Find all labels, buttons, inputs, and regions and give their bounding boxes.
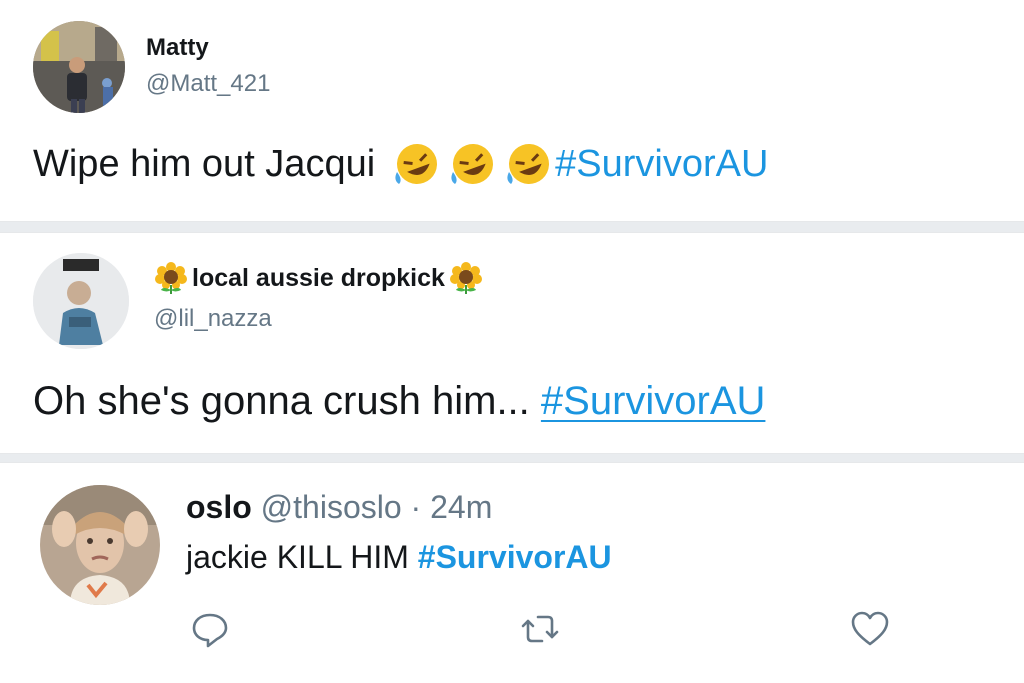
tweet-text: Oh she's gonna crush him... #SurvivorAU bbox=[33, 379, 765, 424]
tweet-body: jackie KILL HIM bbox=[186, 539, 409, 575]
tweet-header: oslo @thisoslo · 24m bbox=[186, 489, 492, 526]
hashtag-link[interactable]: #SurvivorAU bbox=[555, 143, 768, 186]
sunflower-icon bbox=[154, 261, 188, 295]
avatar[interactable] bbox=[33, 253, 129, 349]
tweet-card-1[interactable]: Matty @Matt_421 Wipe him out Jacqui #Sur… bbox=[0, 0, 1024, 222]
display-name[interactable]: Matty bbox=[146, 34, 209, 62]
rofl-icon bbox=[503, 140, 555, 188]
user-handle[interactable]: @Matt_421 bbox=[146, 70, 270, 98]
like-icon[interactable] bbox=[850, 609, 890, 649]
display-name: local aussie dropkick bbox=[192, 263, 445, 292]
avatar-image bbox=[33, 21, 125, 113]
user-handle[interactable]: @lil_nazza bbox=[154, 305, 272, 333]
tweet-body: Wipe him out Jacqui bbox=[33, 142, 376, 185]
tweet-body: Oh she's gonna crush him... bbox=[33, 379, 530, 423]
hashtag-link[interactable]: #SurvivorAU bbox=[418, 539, 612, 575]
avatar-image bbox=[33, 253, 129, 349]
reply-icon[interactable] bbox=[190, 609, 230, 649]
tweet-card-3[interactable]: oslo @thisoslo · 24m jackie KILL HIM #Su… bbox=[0, 462, 1024, 683]
display-name[interactable]: oslo bbox=[186, 489, 252, 525]
rofl-icon bbox=[447, 140, 499, 188]
tweet-card-2[interactable]: local aussie dropkick @lil_nazza Oh she'… bbox=[0, 232, 1024, 454]
sunflower-icon bbox=[449, 261, 483, 295]
avatar-image bbox=[40, 485, 160, 605]
separator-dot: · bbox=[410, 489, 422, 525]
avatar[interactable] bbox=[40, 485, 160, 605]
rofl-icon bbox=[391, 140, 443, 188]
avatar[interactable] bbox=[33, 21, 125, 113]
tweet-text: Wipe him out Jacqui #SurvivorAU bbox=[33, 140, 768, 188]
retweet-icon[interactable] bbox=[520, 609, 560, 649]
user-handle[interactable]: @thisoslo bbox=[261, 489, 402, 525]
display-name-row[interactable]: local aussie dropkick bbox=[154, 261, 483, 295]
hashtag-link[interactable]: #SurvivorAU bbox=[541, 379, 766, 423]
timestamp[interactable]: 24m bbox=[430, 489, 492, 525]
tweet-text: jackie KILL HIM #SurvivorAU bbox=[186, 539, 612, 576]
